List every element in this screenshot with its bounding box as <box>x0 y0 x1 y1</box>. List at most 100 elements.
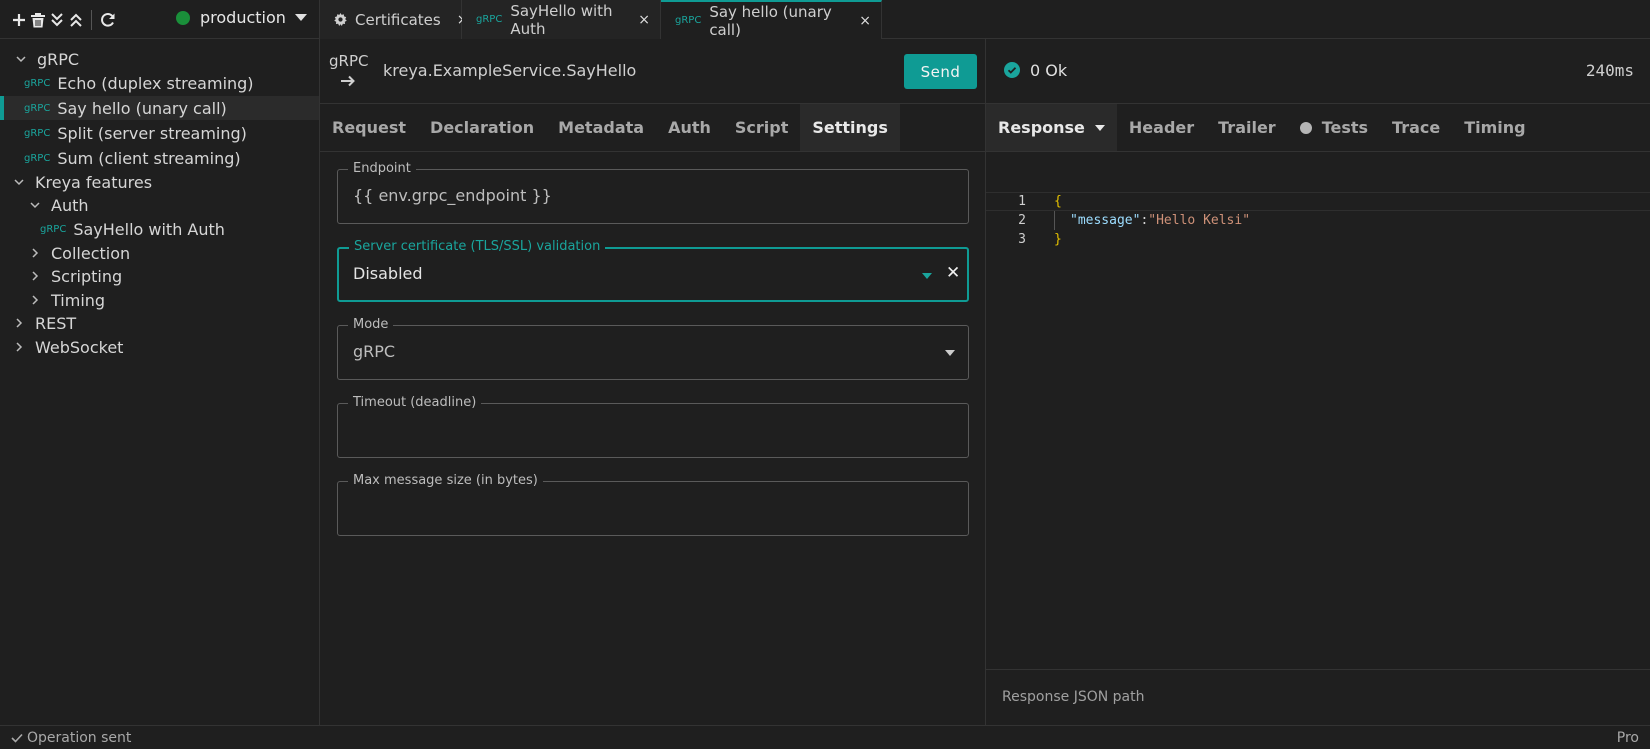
endpoint-input[interactable] <box>353 186 913 205</box>
chevron-down-icon <box>29 199 41 211</box>
sidebar-item-say-hello[interactable]: gRPC Say hello (unary call) <box>0 96 319 120</box>
grpc-icon: gRPC <box>24 152 51 164</box>
chevron-right-icon <box>29 270 41 282</box>
timeout-field: Timeout (deadline) <box>337 395 969 458</box>
tab-settings[interactable]: Settings <box>800 104 900 151</box>
sidebar-item-label: Auth <box>51 195 89 215</box>
tab-trailer[interactable]: Trailer <box>1206 104 1288 151</box>
line-number: 2 <box>1018 213 1026 228</box>
method-label: gRPC <box>329 52 369 70</box>
environment-selector[interactable]: production <box>176 8 307 27</box>
mode-field: Mode gRPC <box>337 317 969 380</box>
grpc-icon: gRPC <box>675 15 702 26</box>
sidebar-item-label: Echo (duplex streaming) <box>57 73 254 93</box>
tab-label: Response <box>998 118 1085 137</box>
status-message: Operation sent <box>11 730 131 746</box>
chevron-down-icon[interactable] <box>922 273 932 279</box>
clear-icon[interactable]: ✕ <box>946 263 960 283</box>
sidebar-item-sum[interactable]: gRPC Sum (client streaming) <box>0 146 319 170</box>
trash-icon[interactable] <box>28 8 47 32</box>
sidebar-item-label: Sum (client streaming) <box>57 148 241 168</box>
sidebar-item-auth[interactable]: Auth <box>0 193 319 217</box>
sidebar-item-label: SayHello with Auth <box>73 219 225 239</box>
sidebar-item-rest[interactable]: REST <box>0 311 319 335</box>
arrow-right-icon <box>340 73 356 91</box>
grpc-icon: gRPC <box>24 127 51 139</box>
sidebar-item-websocket[interactable]: WebSocket <box>0 335 319 359</box>
tab-script[interactable]: Script <box>723 104 800 151</box>
chevron-right-icon <box>13 317 25 329</box>
sidebar-item-label: Collection <box>51 243 131 263</box>
tab-certificates[interactable]: Certificates × <box>320 0 468 39</box>
sidebar-item-collection[interactable]: Collection <box>0 241 319 265</box>
service-method-name[interactable]: kreya.ExampleService.SayHello <box>383 61 636 80</box>
chevron-down-icon[interactable] <box>945 350 955 356</box>
grpc-icon: gRPC <box>24 102 51 114</box>
plus-icon[interactable] <box>9 8 28 32</box>
sidebar-item-grpc[interactable]: gRPC <box>0 47 319 71</box>
app-window: production Certificates × gRPC SayHello … <box>0 0 1650 749</box>
max-message-size-input[interactable] <box>353 498 913 517</box>
tab-metadata[interactable]: Metadata <box>546 104 656 151</box>
chevron-down-icon <box>15 53 27 65</box>
sidebar-item-sayhello-auth[interactable]: gRPC SayHello with Auth <box>0 217 319 241</box>
top-bar: production Certificates × gRPC SayHello … <box>0 0 1650 39</box>
timeout-input[interactable] <box>353 420 913 439</box>
json-colon: : <box>1140 213 1149 228</box>
sidebar-item-echo[interactable]: gRPC Echo (duplex streaming) <box>0 71 319 95</box>
close-icon[interactable]: × <box>859 13 871 29</box>
refresh-icon[interactable] <box>98 8 117 32</box>
sidebar-item-label: Split (server streaming) <box>57 123 247 143</box>
sidebar: gRPC gRPC Echo (duplex streaming) gRPC S… <box>0 39 320 725</box>
response-body-editor[interactable]: 1 { 2 "message" : "Hello Kelsi" 3 } <box>986 152 1650 708</box>
grpc-icon: gRPC <box>24 77 51 89</box>
sidebar-item-label: Kreya features <box>35 172 153 192</box>
sidebar-item-scripting[interactable]: Scripting <box>0 264 319 288</box>
tab-request[interactable]: Request <box>320 104 418 151</box>
tab-auth[interactable]: Auth <box>656 104 723 151</box>
tab-tests[interactable]: Tests <box>1288 104 1380 151</box>
tab-sayhello-with-auth[interactable]: gRPC SayHello with Auth × <box>462 0 661 39</box>
certificate-validation-field: Server certificate (TLS/SSL) validation … <box>337 239 969 302</box>
status-text: 0 Ok <box>1030 61 1068 80</box>
status-bar: Operation sent Pro <box>0 725 1650 749</box>
tab-timing[interactable]: Timing <box>1452 104 1537 151</box>
timeout-label: Timeout (deadline) <box>348 395 482 410</box>
sidebar-item-label: Say hello (unary call) <box>57 98 227 118</box>
json-open-brace: { <box>1054 194 1062 209</box>
certificate-validation-select[interactable]: Disabled <box>353 264 913 283</box>
sidebar-item-timing[interactable]: Timing <box>0 288 319 312</box>
chevron-down-icon <box>294 14 307 21</box>
license-badge[interactable]: Pro <box>1617 730 1639 746</box>
sidebar-item-label: Timing <box>51 290 106 310</box>
json-path-input[interactable] <box>1002 689 1622 705</box>
expand-all-icon[interactable] <box>66 8 85 32</box>
mode-select[interactable]: gRPC <box>353 342 913 361</box>
response-status: 0 Ok 240ms <box>986 39 1650 104</box>
tab-say-hello-unary[interactable]: gRPC Say hello (unary call) × <box>661 0 882 39</box>
json-close-brace: } <box>1054 232 1062 247</box>
endpoint-field: Endpoint <box>337 161 969 224</box>
tab-header[interactable]: Header <box>1117 104 1206 151</box>
send-button[interactable]: Send <box>904 54 977 89</box>
tests-status-dot <box>1299 121 1312 134</box>
json-value: "Hello Kelsi" <box>1148 213 1251 228</box>
max-message-size-field: Max message size (in bytes) <box>337 473 969 536</box>
line-number: 1 <box>1018 194 1026 209</box>
tab-trace[interactable]: Trace <box>1380 104 1452 151</box>
code-line: 1 { <box>986 192 1650 211</box>
sidebar-item-label: WebSocket <box>35 337 124 357</box>
sidebar-item-split[interactable]: gRPC Split (server streaming) <box>0 121 319 145</box>
grpc-icon: gRPC <box>40 223 67 235</box>
code-line: 2 "message" : "Hello Kelsi" <box>986 211 1650 230</box>
sidebar-item-kreya-features[interactable]: Kreya features <box>0 170 319 194</box>
indent-guide <box>1054 211 1055 230</box>
request-header: gRPC kreya.ExampleService.SayHello Send <box>320 39 985 104</box>
grpc-icon: gRPC <box>476 14 503 25</box>
toolbar-divider <box>91 9 92 30</box>
tab-response[interactable]: Response <box>986 104 1117 151</box>
collapse-all-icon[interactable] <box>47 8 66 32</box>
close-icon[interactable]: × <box>638 12 650 28</box>
sidebar-item-label: Scripting <box>51 266 123 286</box>
tab-declaration[interactable]: Declaration <box>418 104 546 151</box>
